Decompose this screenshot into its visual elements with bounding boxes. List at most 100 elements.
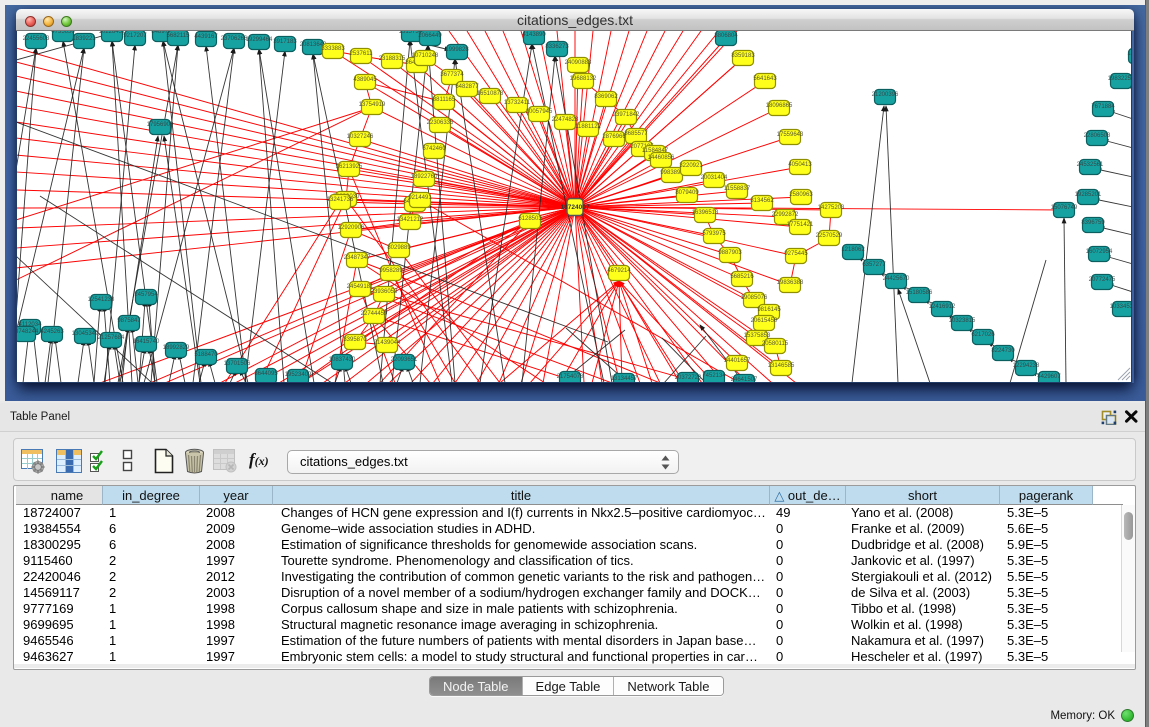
svg-text:16072954: 16072954 — [1086, 249, 1113, 255]
svg-text:9816145: 9816145 — [757, 307, 781, 313]
svg-text:22474828: 22474828 — [552, 117, 579, 123]
svg-text:13754919: 13754919 — [359, 102, 386, 108]
svg-text:24532561: 24532561 — [1077, 162, 1104, 168]
svg-text:23188315: 23188315 — [379, 56, 406, 62]
svg-text:21257684: 21257684 — [98, 335, 125, 341]
svg-text:12416912: 12416912 — [929, 304, 956, 310]
svg-text:1839221: 1839221 — [72, 36, 96, 42]
svg-text:5685216: 5685216 — [730, 274, 754, 280]
svg-text:4050413: 4050413 — [788, 162, 812, 168]
svg-text:13701506: 13701506 — [224, 361, 251, 367]
svg-text:1218062: 1218062 — [841, 247, 865, 253]
svg-text:7452134: 7452134 — [702, 373, 726, 379]
svg-text:8359183: 8359183 — [731, 53, 755, 59]
svg-text:8134562: 8134562 — [750, 198, 774, 204]
svg-text:5793975: 5793975 — [702, 231, 726, 237]
svg-text:23706266: 23706266 — [221, 36, 248, 42]
svg-text:15076749: 15076749 — [1051, 205, 1078, 211]
svg-text:21200396: 21200396 — [872, 92, 899, 98]
svg-text:13732411: 13732411 — [504, 100, 531, 106]
svg-text:7671884: 7671884 — [1091, 104, 1115, 110]
svg-text:4429607: 4429607 — [1037, 374, 1061, 380]
svg-text:8806804: 8806804 — [714, 33, 738, 39]
svg-text:18096865: 18096865 — [766, 103, 793, 109]
svg-text:17559643: 17559643 — [777, 132, 804, 138]
svg-text:1999828: 1999828 — [445, 47, 469, 53]
svg-text:17751421: 17751421 — [787, 222, 814, 228]
svg-text:8811165: 8811165 — [433, 97, 456, 103]
svg-text:4245263: 4245263 — [40, 329, 64, 335]
svg-text:16510878: 16510878 — [477, 91, 504, 97]
svg-text:3333883: 3333883 — [321, 46, 345, 52]
svg-text:8396759: 8396759 — [1081, 220, 1105, 226]
svg-text:9217207: 9217207 — [123, 33, 147, 39]
svg-text:6742460: 6742460 — [422, 146, 446, 152]
svg-text:9958289: 9958289 — [379, 268, 403, 274]
svg-text:19085076: 19085076 — [741, 295, 768, 301]
svg-text:15180586: 15180586 — [906, 290, 933, 296]
svg-text:2066449: 2066449 — [418, 33, 442, 39]
svg-text:8336273: 8336273 — [545, 44, 569, 50]
svg-text:13045349: 13045349 — [72, 331, 99, 337]
svg-text:14401657: 14401657 — [724, 358, 751, 364]
svg-text:4439167: 4439167 — [194, 34, 218, 40]
svg-text:10710248: 10710248 — [412, 53, 439, 59]
svg-text:10327246: 10327246 — [347, 134, 374, 140]
svg-text:17956909: 17956909 — [147, 122, 174, 128]
svg-text:3220921: 3220921 — [679, 163, 703, 169]
svg-text:1890399: 1890399 — [1127, 51, 1132, 57]
svg-text:8685577: 8685577 — [624, 131, 648, 137]
svg-text:2537611: 2537611 — [350, 51, 374, 57]
svg-text:10323815: 10323815 — [949, 318, 976, 324]
svg-text:20772475: 20772475 — [1089, 277, 1116, 283]
svg-text:9875847: 9875847 — [117, 318, 141, 324]
svg-text:22306335: 22306335 — [427, 120, 454, 126]
svg-text:20615450: 20615450 — [751, 318, 778, 324]
svg-text:10228452: 10228452 — [99, 31, 126, 35]
svg-text:19285201: 19285201 — [1075, 192, 1102, 198]
svg-text:8224730: 8224730 — [991, 348, 1015, 354]
svg-text:13748244: 13748244 — [17, 329, 39, 335]
svg-text:24641507: 24641507 — [731, 377, 758, 383]
svg-text:16213925: 16213925 — [336, 164, 363, 170]
svg-text:13146585: 13146585 — [768, 363, 795, 369]
svg-text:8369062: 8369062 — [594, 94, 618, 100]
svg-text:10057945: 10057945 — [526, 109, 553, 115]
svg-text:4735650: 4735650 — [51, 31, 75, 35]
svg-text:16415740: 16415740 — [133, 339, 160, 345]
svg-text:11881122: 11881122 — [575, 124, 601, 130]
svg-text:24425670: 24425670 — [883, 276, 910, 282]
svg-text:8079409: 8079409 — [675, 190, 699, 196]
svg-text:3677374: 3677374 — [440, 72, 464, 78]
svg-text:2457954: 2457954 — [134, 292, 158, 298]
svg-text:9275445: 9275445 — [784, 251, 808, 257]
svg-text:2876966: 2876966 — [602, 134, 626, 140]
svg-text:22455603: 22455603 — [23, 36, 50, 42]
svg-text:6482877: 6482877 — [455, 84, 479, 90]
svg-text:9214491: 9214491 — [408, 195, 432, 201]
svg-text:18992829: 18992829 — [163, 345, 190, 351]
svg-text:4389045: 4389045 — [353, 77, 377, 83]
svg-text:19688132: 19688132 — [570, 76, 597, 82]
svg-text:21439044: 21439044 — [374, 340, 401, 346]
svg-text:11558837: 11558837 — [724, 186, 751, 192]
svg-text:13421212: 13421212 — [397, 217, 424, 223]
svg-text:14275203: 14275203 — [818, 205, 845, 211]
svg-text:22806503: 22806503 — [1084, 133, 1111, 139]
svg-text:18724007: 18724007 — [561, 204, 590, 211]
svg-text:16396513: 16396513 — [692, 210, 719, 216]
svg-text:4679214: 4679214 — [607, 268, 631, 274]
svg-text:19832259: 19832259 — [1108, 76, 1132, 82]
svg-text:13134457: 13134457 — [611, 376, 638, 382]
svg-text:6217026: 6217026 — [971, 332, 995, 338]
svg-text:12294238: 12294238 — [1013, 363, 1040, 369]
svg-text:21754078: 21754078 — [557, 374, 584, 380]
svg-text:12920906: 12920906 — [338, 225, 365, 231]
svg-text:5188470: 5188470 — [194, 352, 218, 358]
svg-text:20580115: 20580115 — [762, 341, 789, 347]
svg-text:2580963: 2580963 — [789, 192, 813, 198]
svg-text:10837430: 10837430 — [329, 357, 356, 363]
svg-text:23971842: 23971842 — [613, 112, 640, 118]
svg-text:22744459: 22744459 — [361, 311, 388, 317]
svg-text:22992872: 22992872 — [772, 212, 799, 218]
